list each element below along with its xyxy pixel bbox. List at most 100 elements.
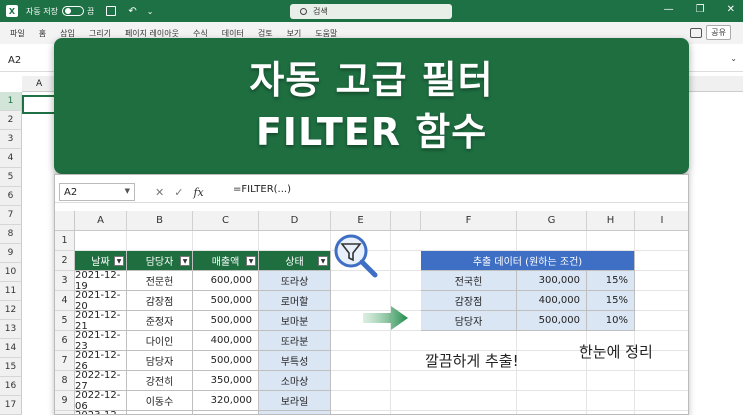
autosave-toggle[interactable] (61, 6, 84, 16)
background-row-header[interactable]: 12 (0, 301, 22, 320)
expand-formula-icon[interactable]: ⌄ (730, 54, 737, 63)
table-cell-date[interactable]: 2021-12-19 (75, 270, 127, 292)
table-cell-manager[interactable]: 정당자 (127, 411, 193, 414)
background-row-header[interactable]: 2 (0, 111, 22, 130)
tab-view[interactable]: 보기 (287, 28, 302, 39)
tab-review[interactable]: 검토 (258, 28, 273, 39)
table-cell-date[interactable]: 2021-12-23 (75, 330, 127, 352)
result-table-cell[interactable]: 500,000 (517, 311, 587, 331)
formula-input[interactable]: =FILTER(...) (233, 184, 291, 195)
background-row-header[interactable]: 6 (0, 187, 22, 206)
table-cell-sales[interactable]: 320,000 (193, 391, 259, 411)
table-cell-sales[interactable]: 500,000 (193, 291, 259, 311)
table-cell-manager[interactable]: 다이인 (127, 331, 193, 351)
background-row-header[interactable]: 10 (0, 263, 22, 282)
background-row-header[interactable]: 17 (0, 396, 22, 415)
row-header[interactable]: 2 (55, 251, 75, 271)
background-row-header[interactable]: 4 (0, 149, 22, 168)
row-header[interactable]: 5 (55, 311, 75, 331)
table-cell-date[interactable]: 2021-12-21 (75, 310, 127, 332)
close-button[interactable]: ✕ (727, 4, 735, 15)
result-table-cell[interactable]: 400,000 (517, 291, 587, 311)
background-row-header[interactable]: 14 (0, 339, 22, 358)
cancel-icon[interactable]: ✕ (155, 186, 164, 199)
table-cell-status[interactable]: 부특성 (259, 411, 331, 414)
filter-dropdown-icon[interactable]: ▼ (318, 256, 328, 266)
column-header-d[interactable]: D (259, 211, 331, 231)
result-table-cell[interactable]: 담당자 (421, 311, 517, 331)
row-header[interactable]: 4 (55, 291, 75, 311)
table-cell-date[interactable]: 2023-12-14 (75, 410, 127, 414)
table-cell-sales[interactable]: 500,000 (193, 351, 259, 371)
restore-button[interactable]: ❐ (696, 4, 705, 15)
selected-cell-a2[interactable] (22, 95, 58, 114)
background-name-box[interactable]: A2 (4, 52, 44, 68)
table-cell-manager[interactable]: 이동수 (127, 391, 193, 411)
row-header[interactable]: 6 (55, 331, 75, 351)
save-icon[interactable] (106, 6, 117, 16)
result-table-cell[interactable]: 감장점 (421, 291, 517, 311)
background-row-header[interactable]: 15 (0, 358, 22, 377)
result-table-cell[interactable]: 전국힌 (421, 271, 517, 291)
table-cell-date[interactable]: 2021-12-26 (75, 350, 127, 372)
row-header[interactable]: 3 (55, 271, 75, 291)
table-cell-status[interactable]: 소마상 (259, 371, 331, 391)
background-row-header[interactable]: 13 (0, 320, 22, 339)
column-header-g[interactable]: G (517, 211, 587, 231)
tab-file[interactable]: 파일 (10, 28, 25, 39)
table-cell-manager[interactable]: 강전히 (127, 371, 193, 391)
background-row-header[interactable]: 8 (0, 225, 22, 244)
column-header-b[interactable]: B (127, 211, 193, 231)
table-cell-sales[interactable]: 350,000 (193, 371, 259, 391)
undo-icon[interactable]: ↶ (128, 6, 136, 17)
column-header-h[interactable]: H (587, 211, 635, 231)
table-cell-status[interactable]: 로머할 (259, 291, 331, 311)
tab-formulas[interactable]: 수식 (193, 28, 208, 39)
table-cell-date[interactable]: 2022-12-06 (75, 390, 127, 412)
chevron-down-icon[interactable]: ▼ (125, 187, 130, 195)
share-button[interactable]: 공유 (706, 25, 731, 40)
table-cell-status[interactable]: 보라일 (259, 391, 331, 411)
chevron-down-icon[interactable]: ⌄ (147, 7, 154, 16)
column-header-i[interactable]: I (635, 211, 688, 231)
filter-dropdown-icon[interactable]: ▼ (246, 256, 256, 266)
row-header[interactable]: 9 (55, 391, 75, 411)
select-all-corner[interactable] (55, 211, 75, 231)
result-table-cell[interactable]: 15% (587, 291, 635, 311)
column-header-a[interactable]: A (36, 79, 42, 89)
table-cell-status[interactable]: 부특성 (259, 351, 331, 371)
result-table-cell[interactable]: 300,000 (517, 271, 587, 291)
filter-dropdown-icon[interactable]: ▼ (114, 256, 124, 266)
table-cell-status[interactable]: 보마분 (259, 311, 331, 331)
background-row-header[interactable]: 16 (0, 377, 22, 396)
name-box[interactable]: A2 ▼ (59, 183, 135, 201)
table-cell-date[interactable]: 2022-12-27 (75, 370, 127, 392)
insert-function-icon[interactable]: fx (193, 186, 203, 199)
table-cell-manager[interactable]: 준정자 (127, 311, 193, 331)
enter-icon[interactable]: ✓ (174, 186, 183, 199)
tab-page-layout[interactable]: 페이지 레이아웃 (125, 28, 179, 39)
column-header-a[interactable]: A (75, 211, 127, 231)
table-cell-sales[interactable]: 400,000 (193, 331, 259, 351)
background-row-header[interactable]: 11 (0, 282, 22, 301)
result-table-cell[interactable]: 15% (587, 271, 635, 291)
tab-help[interactable]: 도움말 (315, 28, 337, 39)
tab-insert[interactable]: 삽입 (60, 28, 75, 39)
table-cell-sales[interactable]: 600,000 (193, 411, 259, 414)
column-header-e[interactable]: E (331, 211, 391, 231)
table-cell-status[interactable]: 또라상 (259, 271, 331, 291)
table-cell-status[interactable]: 또라분 (259, 331, 331, 351)
table-cell-date[interactable]: 2021-12-20 (75, 290, 127, 312)
tab-draw[interactable]: 그리기 (89, 28, 111, 39)
table-cell-sales[interactable]: 500,000 (193, 311, 259, 331)
tab-home[interactable]: 홈 (39, 28, 46, 39)
result-table-cell[interactable]: 10% (587, 311, 635, 331)
table-cell-manager[interactable]: 전문헌 (127, 271, 193, 291)
background-row-header[interactable]: 9 (0, 244, 22, 263)
background-row-header[interactable]: 3 (0, 130, 22, 149)
search-input[interactable]: 검색 (290, 4, 452, 19)
background-row-header[interactable]: 7 (0, 206, 22, 225)
row-header[interactable]: 8 (55, 371, 75, 391)
column-header-f[interactable]: F (421, 211, 517, 231)
column-header-c[interactable]: C (193, 211, 259, 231)
